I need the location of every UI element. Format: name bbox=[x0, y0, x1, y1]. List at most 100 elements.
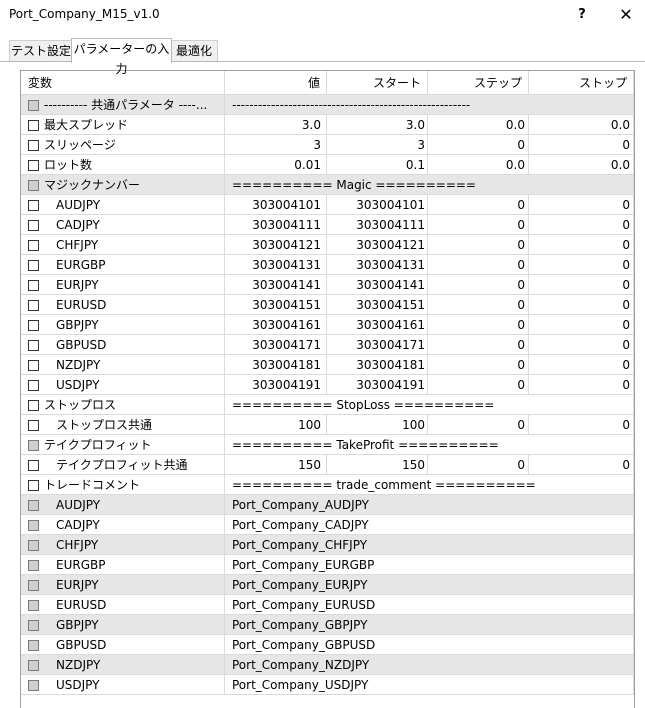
table-row[interactable]: GBPUSD Port_Company_GBPUSD bbox=[21, 635, 634, 655]
table-row[interactable]: ストップロス ========== StopLoss ========== bbox=[21, 395, 634, 415]
start-cell[interactable]: 303004151 bbox=[327, 295, 428, 315]
value-cell[interactable]: Port_Company_NZDJPY bbox=[225, 655, 634, 675]
value-cell[interactable]: ========== StopLoss ========== bbox=[225, 395, 634, 415]
row-checkbox[interactable] bbox=[28, 160, 39, 171]
tab-optimization[interactable]: 最適化 bbox=[170, 40, 218, 62]
value-cell[interactable]: Port_Company_EURUSD bbox=[225, 595, 634, 615]
value-cell[interactable]: 303004181 bbox=[225, 355, 327, 375]
tab-test-settings[interactable]: テスト設定 bbox=[9, 40, 73, 62]
row-checkbox[interactable] bbox=[28, 640, 39, 651]
row-checkbox[interactable] bbox=[28, 540, 39, 551]
row-checkbox[interactable] bbox=[28, 320, 39, 331]
row-checkbox[interactable] bbox=[28, 580, 39, 591]
table-row[interactable]: CHFJPY Port_Company_CHFJPY bbox=[21, 535, 634, 555]
table-row[interactable]: CHFJPY 303004121 303004121 0 0 bbox=[21, 235, 634, 255]
table-row[interactable]: EURJPY 303004141 303004141 0 0 bbox=[21, 275, 634, 295]
stop-cell[interactable]: 0 bbox=[529, 135, 634, 155]
stop-cell[interactable]: 0.0 bbox=[529, 115, 634, 135]
table-row[interactable]: USDJPY Port_Company_USDJPY bbox=[21, 675, 634, 695]
value-cell[interactable]: Port_Company_AUDJPY bbox=[225, 495, 634, 515]
value-cell[interactable]: ----------------------------------------… bbox=[225, 95, 634, 115]
row-checkbox[interactable] bbox=[28, 100, 39, 111]
table-row[interactable]: NZDJPY Port_Company_NZDJPY bbox=[21, 655, 634, 675]
row-checkbox[interactable] bbox=[28, 180, 39, 191]
step-cell[interactable]: 0 bbox=[428, 255, 529, 275]
table-row[interactable]: テイクプロフィット共通 150 150 0 0 bbox=[21, 455, 634, 475]
tab-parameters[interactable]: パラメーターの入力 bbox=[71, 38, 172, 76]
table-row[interactable]: スリッページ 3 3 0 0 bbox=[21, 135, 634, 155]
parameter-table[interactable]: 変数 値 スタート ステップ ストップ ---------- 共通パラメータ -… bbox=[20, 70, 635, 708]
column-header-value[interactable]: 値 bbox=[225, 71, 327, 95]
row-checkbox[interactable] bbox=[28, 400, 39, 411]
row-checkbox[interactable] bbox=[28, 440, 39, 451]
step-cell[interactable]: 0 bbox=[428, 135, 529, 155]
start-cell[interactable]: 303004161 bbox=[327, 315, 428, 335]
start-cell[interactable]: 303004191 bbox=[327, 375, 428, 395]
stop-cell[interactable]: 0 bbox=[529, 335, 634, 355]
table-row[interactable]: ストップロス共通 100 100 0 0 bbox=[21, 415, 634, 435]
step-cell[interactable]: 0 bbox=[428, 275, 529, 295]
start-cell[interactable]: 303004121 bbox=[327, 235, 428, 255]
table-row[interactable]: EURUSD 303004151 303004151 0 0 bbox=[21, 295, 634, 315]
table-row[interactable]: EURUSD Port_Company_EURUSD bbox=[21, 595, 634, 615]
stop-cell[interactable]: 0 bbox=[529, 195, 634, 215]
table-row[interactable]: ---------- 共通パラメータ ----... --------------… bbox=[21, 95, 634, 115]
value-cell[interactable]: 303004121 bbox=[225, 235, 327, 255]
row-checkbox[interactable] bbox=[28, 360, 39, 371]
step-cell[interactable]: 0 bbox=[428, 355, 529, 375]
step-cell[interactable]: 0 bbox=[428, 315, 529, 335]
value-cell[interactable]: 100 bbox=[225, 415, 327, 435]
value-cell[interactable]: Port_Company_GBPJPY bbox=[225, 615, 634, 635]
start-cell[interactable]: 3.0 bbox=[327, 115, 428, 135]
start-cell[interactable]: 0.1 bbox=[327, 155, 428, 175]
stop-cell[interactable]: 0 bbox=[529, 215, 634, 235]
value-cell[interactable]: 303004171 bbox=[225, 335, 327, 355]
stop-cell[interactable]: 0.0 bbox=[529, 155, 634, 175]
step-cell[interactable]: 0 bbox=[428, 455, 529, 475]
table-row[interactable]: EURGBP 303004131 303004131 0 0 bbox=[21, 255, 634, 275]
row-checkbox[interactable] bbox=[28, 680, 39, 691]
table-row[interactable]: ロット数 0.01 0.1 0.0 0.0 bbox=[21, 155, 634, 175]
row-checkbox[interactable] bbox=[28, 240, 39, 251]
start-cell[interactable]: 303004141 bbox=[327, 275, 428, 295]
value-cell[interactable]: 3.0 bbox=[225, 115, 327, 135]
stop-cell[interactable]: 0 bbox=[529, 315, 634, 335]
step-cell[interactable]: 0 bbox=[428, 295, 529, 315]
step-cell[interactable]: 0 bbox=[428, 195, 529, 215]
step-cell[interactable]: 0 bbox=[428, 415, 529, 435]
row-checkbox[interactable] bbox=[28, 140, 39, 151]
row-checkbox[interactable] bbox=[28, 460, 39, 471]
table-row[interactable]: NZDJPY 303004181 303004181 0 0 bbox=[21, 355, 634, 375]
table-row[interactable]: マジックナンバー ========== Magic ========== bbox=[21, 175, 634, 195]
step-cell[interactable]: 0.0 bbox=[428, 115, 529, 135]
start-cell[interactable]: 303004131 bbox=[327, 255, 428, 275]
column-header-start[interactable]: スタート bbox=[327, 71, 428, 95]
table-row[interactable]: AUDJPY Port_Company_AUDJPY bbox=[21, 495, 634, 515]
table-row[interactable]: GBPJPY 303004161 303004161 0 0 bbox=[21, 315, 634, 335]
row-checkbox[interactable] bbox=[28, 300, 39, 311]
stop-cell[interactable]: 0 bbox=[529, 235, 634, 255]
close-button[interactable]: ✕ bbox=[604, 0, 645, 30]
stop-cell[interactable]: 0 bbox=[529, 355, 634, 375]
row-checkbox[interactable] bbox=[28, 340, 39, 351]
table-row[interactable]: テイクプロフィット ========== TakeProfit =========… bbox=[21, 435, 634, 455]
start-cell[interactable]: 303004171 bbox=[327, 335, 428, 355]
table-row[interactable]: GBPUSD 303004171 303004171 0 0 bbox=[21, 335, 634, 355]
table-row[interactable]: トレードコメント ========== trade_comment =======… bbox=[21, 475, 634, 495]
table-row[interactable]: GBPJPY Port_Company_GBPJPY bbox=[21, 615, 634, 635]
start-cell[interactable]: 150 bbox=[327, 455, 428, 475]
step-cell[interactable]: 0 bbox=[428, 335, 529, 355]
value-cell[interactable]: 303004101 bbox=[225, 195, 327, 215]
table-row[interactable]: 最大スプレッド 3.0 3.0 0.0 0.0 bbox=[21, 115, 634, 135]
value-cell[interactable]: ========== Magic ========== bbox=[225, 175, 634, 195]
stop-cell[interactable]: 0 bbox=[529, 255, 634, 275]
row-checkbox[interactable] bbox=[28, 500, 39, 511]
start-cell[interactable]: 303004111 bbox=[327, 215, 428, 235]
stop-cell[interactable]: 0 bbox=[529, 455, 634, 475]
row-checkbox[interactable] bbox=[28, 480, 39, 491]
value-cell[interactable]: Port_Company_USDJPY bbox=[225, 675, 634, 695]
step-cell[interactable]: 0.0 bbox=[428, 155, 529, 175]
column-header-step[interactable]: ステップ bbox=[428, 71, 529, 95]
value-cell[interactable]: ========== TakeProfit ========== bbox=[225, 435, 634, 455]
start-cell[interactable]: 3 bbox=[327, 135, 428, 155]
